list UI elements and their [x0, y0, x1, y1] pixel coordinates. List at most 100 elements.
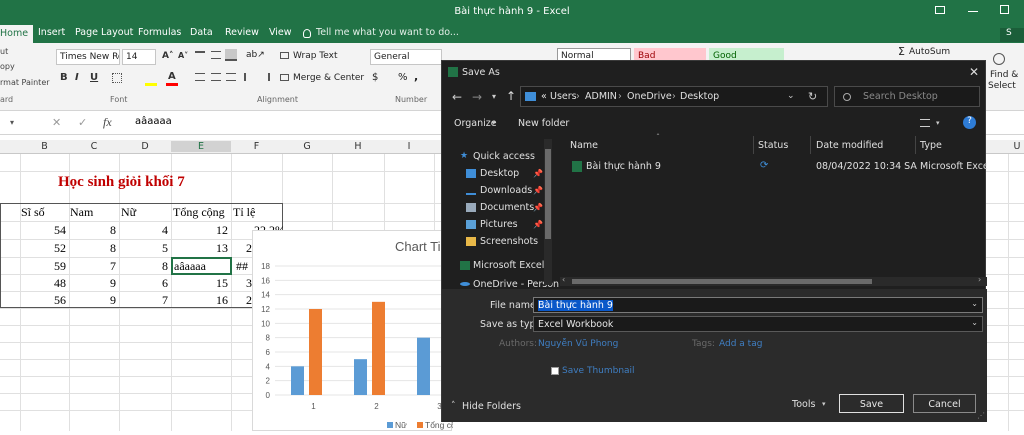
table-row-2-nu[interactable]: 5 — [121, 241, 168, 256]
align-left-icon[interactable] — [195, 73, 205, 81]
pin-icon[interactable]: 📌 — [533, 169, 543, 178]
column-type[interactable]: Type — [920, 140, 942, 151]
format-painter-button[interactable]: rmat Painter — [0, 78, 50, 87]
align-center-icon[interactable] — [211, 73, 221, 81]
organize-dropdown-icon[interactable]: ▾ — [492, 119, 496, 127]
underline-button[interactable]: U — [90, 72, 98, 83]
table-row-4-nu[interactable]: 6 — [121, 276, 168, 291]
table-row-2-tong[interactable]: 13 — [173, 241, 228, 256]
file-name-input[interactable]: Bài thực hành 9 ⌄ — [533, 297, 983, 313]
align-middle-icon[interactable] — [211, 51, 221, 59]
wrap-text-button[interactable]: Wrap Text — [293, 51, 338, 61]
table-row-1-nu[interactable]: 4 — [121, 223, 168, 238]
header-nu[interactable]: Nữ — [121, 205, 136, 220]
save-as-type-dropdown-icon[interactable]: ⌄ — [971, 318, 978, 327]
horizontal-scrollbar[interactable]: ‹ › — [560, 275, 987, 286]
resize-grip-icon[interactable]: ⋰ — [977, 411, 985, 420]
tools-dropdown-icon[interactable]: ▾ — [822, 400, 826, 408]
nav-microsoft-excel[interactable]: Microsoft Excel — [473, 260, 544, 271]
table-row-1-nam[interactable]: 8 — [70, 223, 116, 238]
tell-me-box[interactable]: Tell me what you want to do... — [316, 27, 459, 38]
pin-icon[interactable]: 📌 — [533, 186, 543, 195]
table-row-2-si-so[interactable]: 52 — [21, 241, 66, 256]
tab-view[interactable]: View — [269, 27, 292, 38]
chart[interactable]: Chart Ti024681012141618123NữTổng cộng — [252, 230, 465, 431]
table-row-3-ti-le[interactable]: ## — [236, 259, 248, 274]
copy-button[interactable]: opy — [0, 62, 15, 71]
table-row-5-nam[interactable]: 9 — [70, 293, 116, 308]
autosum-button[interactable]: AutoSum — [909, 47, 950, 57]
tab-home[interactable]: Home — [0, 25, 34, 43]
nav-downloads[interactable]: Downloads — [480, 185, 532, 196]
cancel-button[interactable]: Cancel — [913, 394, 976, 413]
authors-value[interactable]: Nguyễn Vũ Phong — [538, 339, 618, 349]
breadcrumb-desktop[interactable]: Desktop — [680, 91, 719, 102]
table-row-4-tong[interactable]: 15 — [173, 276, 228, 291]
scroll-right-icon[interactable]: › — [978, 275, 981, 284]
save-thumbnail-checkbox[interactable] — [551, 367, 559, 375]
header-ti-le[interactable]: Tỉ lệ — [233, 205, 255, 220]
percent-button[interactable]: % — [398, 72, 408, 83]
orientation-icon[interactable]: ab↗ — [246, 50, 265, 60]
forward-arrow-icon[interactable]: → — [472, 90, 482, 104]
breadcrumb-onedrive[interactable]: OneDrive — [627, 91, 672, 102]
new-folder-button[interactable]: New folder — [518, 118, 569, 129]
nav-pictures[interactable]: Pictures — [480, 219, 518, 230]
organize-button[interactable]: Organize — [454, 118, 497, 129]
column-header-f[interactable]: F — [231, 141, 282, 152]
name-box-dropdown-icon[interactable]: ▾ — [10, 118, 14, 127]
table-row-4-si-so[interactable]: 48 — [21, 276, 66, 291]
breadcrumb-admin[interactable]: ADMIN — [585, 91, 617, 102]
column-header-h[interactable]: H — [332, 141, 384, 152]
save-as-type-select[interactable]: Excel Workbook ⌄ — [533, 316, 983, 332]
tags-value[interactable]: Add a tag — [719, 339, 762, 349]
shrink-font-icon[interactable]: A˅ — [178, 51, 188, 60]
back-arrow-icon[interactable]: ← — [452, 90, 462, 104]
wrap-text-icon[interactable] — [280, 52, 289, 59]
tab-data[interactable]: Data — [190, 27, 213, 38]
column-header-d[interactable]: D — [119, 141, 171, 152]
column-header-b[interactable]: B — [20, 141, 69, 152]
column-header-g[interactable]: G — [282, 141, 332, 152]
italic-button[interactable]: I — [75, 72, 79, 83]
column-status[interactable]: Status — [758, 140, 788, 151]
table-row-1-si-so[interactable]: 54 — [21, 223, 66, 238]
number-format-select[interactable]: General — [370, 49, 442, 65]
address-dropdown-icon[interactable]: ⌄ — [787, 91, 795, 101]
address-bar[interactable]: « Users › ADMIN › OneDrive › Desktop ⌄ — [520, 86, 828, 107]
hide-folders-button[interactable]: Hide Folders — [462, 401, 521, 412]
table-row[interactable]: Bài thực hành 9 ⟳ 08/04/2022 10:34 SA Mi… — [560, 158, 987, 176]
align-top-icon[interactable] — [195, 51, 205, 59]
fill-color-icon[interactable] — [145, 83, 157, 86]
scroll-left-icon[interactable]: ‹ — [562, 275, 565, 284]
nav-screenshots[interactable]: Screenshots — [480, 236, 538, 247]
view-options-icon[interactable] — [920, 119, 930, 127]
column-name[interactable]: Name — [570, 140, 598, 151]
currency-icon[interactable]: $ — [372, 72, 378, 83]
find-select-button[interactable]: Find & — [990, 70, 1018, 80]
table-row-5-si-so[interactable]: 56 — [21, 293, 66, 308]
refresh-icon[interactable]: ↻ — [808, 90, 817, 103]
minimize-icon[interactable] — [968, 11, 978, 12]
insert-function-icon[interactable]: fx — [103, 115, 112, 130]
pin-icon[interactable]: 📌 — [533, 203, 543, 212]
font-size-select[interactable]: 14 — [122, 49, 156, 65]
comma-button[interactable]: , — [414, 70, 418, 83]
nav-documents[interactable]: Documents — [480, 202, 534, 213]
up-arrow-icon[interactable]: ↑ — [506, 89, 516, 103]
table-row-2-nam[interactable]: 8 — [70, 241, 116, 256]
column-header-i[interactable]: I — [384, 141, 434, 152]
font-color-icon[interactable]: A — [168, 71, 176, 82]
tab-review[interactable]: Review — [225, 27, 259, 38]
restore-icon[interactable] — [935, 6, 945, 14]
tab-formulas[interactable]: Formulas — [138, 27, 181, 38]
table-row-5-tong[interactable]: 16 — [173, 293, 228, 308]
breadcrumb-prefix[interactable]: « — [541, 91, 547, 102]
tab-insert[interactable]: Insert — [38, 27, 65, 38]
column-header-c[interactable]: C — [69, 141, 119, 152]
table-row-3-nu[interactable]: 8 — [121, 259, 168, 274]
save-thumbnail-label[interactable]: Save Thumbnail — [562, 366, 635, 376]
tab-page-layout[interactable]: Page Layout — [75, 27, 133, 38]
borders-icon[interactable] — [112, 73, 122, 83]
pin-icon[interactable]: 📌 — [533, 220, 543, 229]
